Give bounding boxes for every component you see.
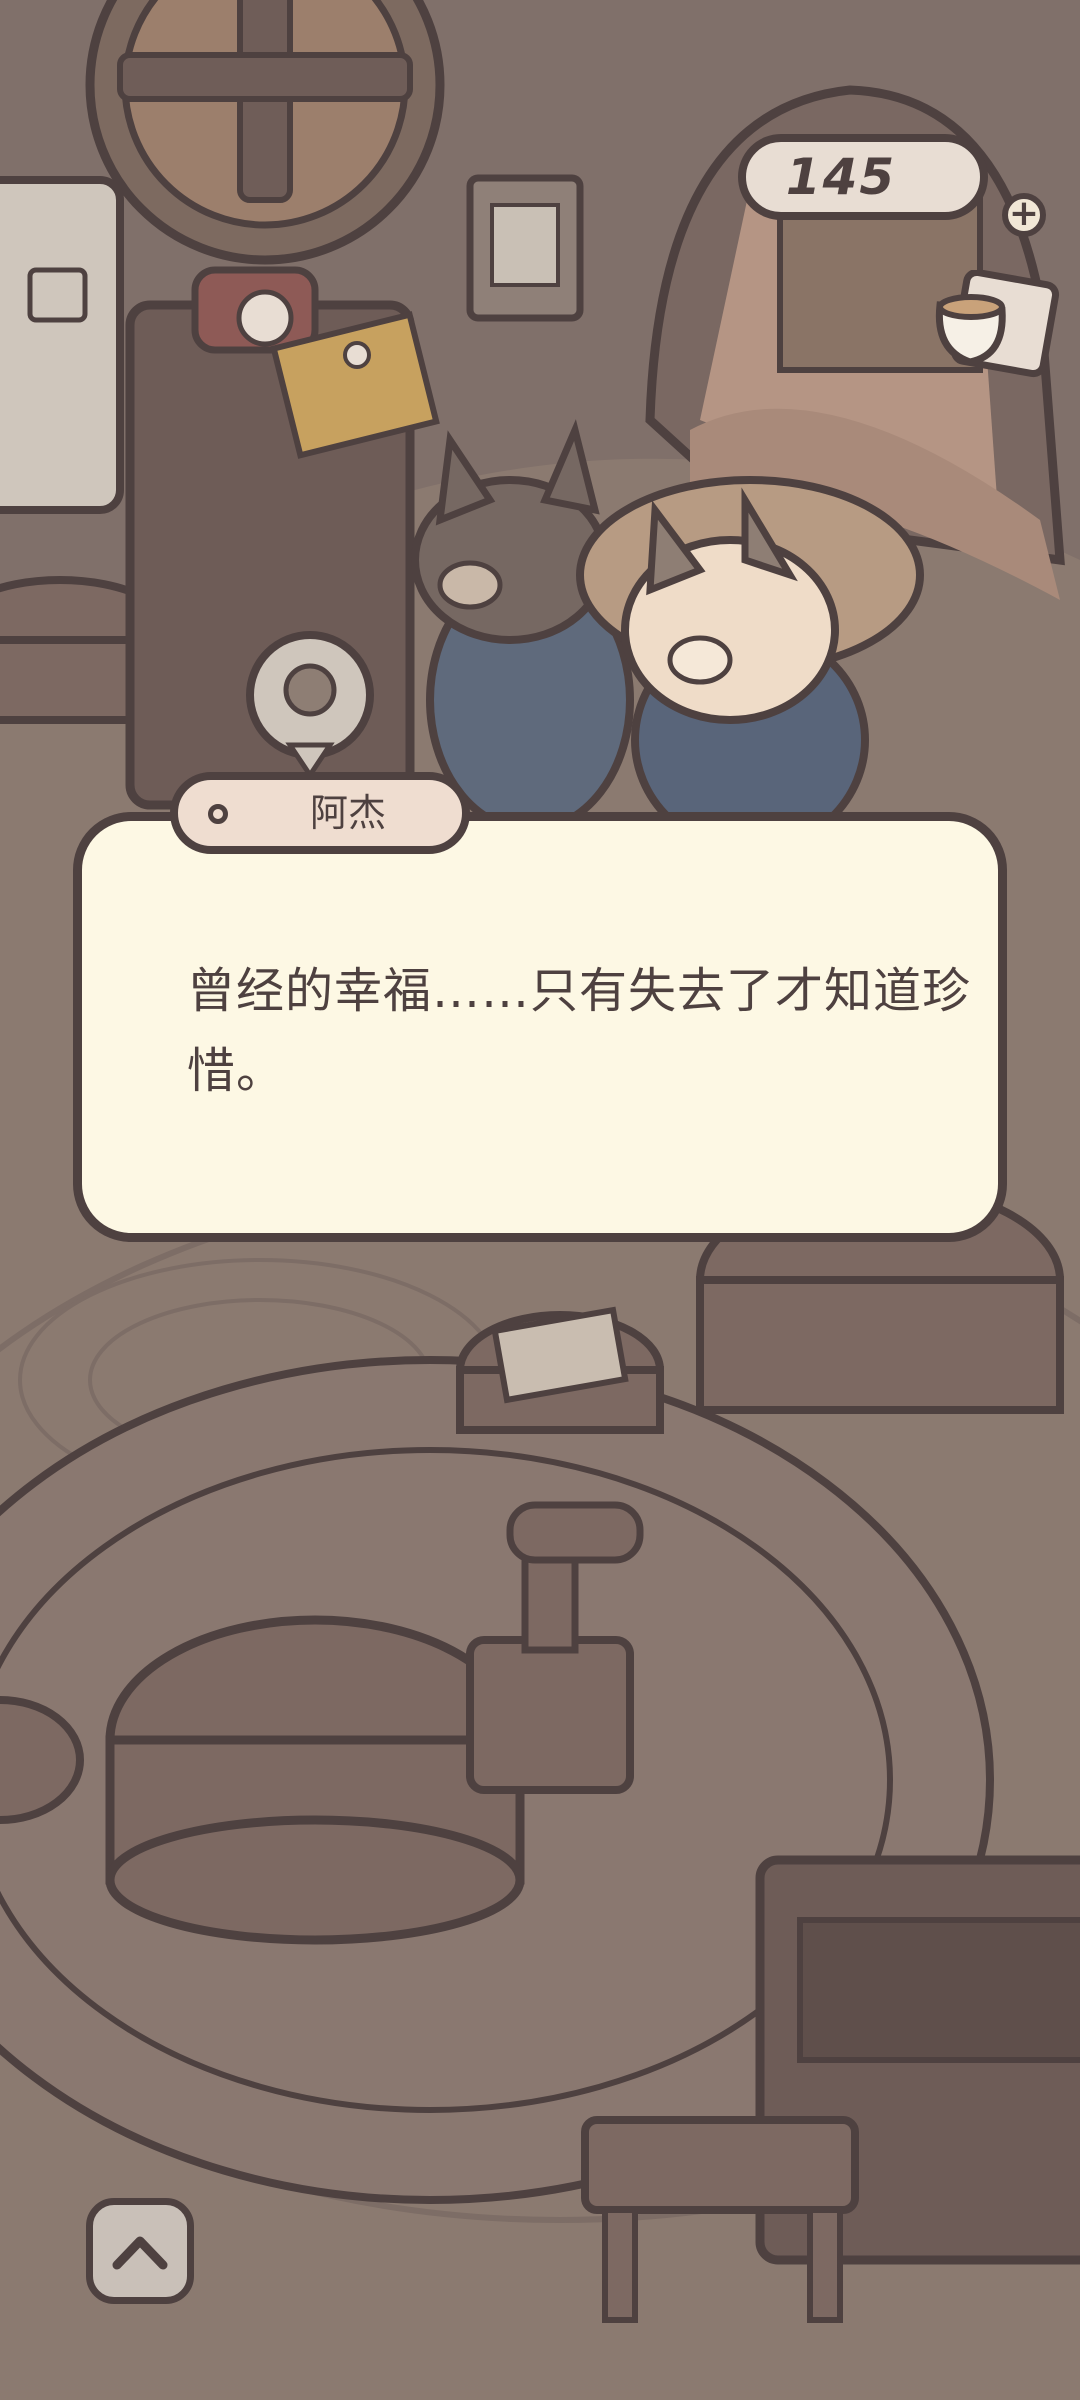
dialog-box[interactable]: 曾经的幸福……只有失去了才知道珍惜。: [73, 812, 1007, 1242]
speaker-name: 阿杰: [309, 791, 386, 835]
currency-value: 145: [785, 148, 897, 206]
plus-icon: +: [1008, 193, 1040, 234]
coffee-cup-icon: [935, 268, 1060, 378]
chevron-up-icon: [112, 2236, 168, 2270]
expand-button[interactable]: [86, 2198, 194, 2304]
coffee-button[interactable]: [930, 268, 1060, 380]
dot-icon: [208, 804, 228, 824]
speaker-name-tag: 阿杰: [170, 772, 470, 854]
dialog-text: 曾经的幸福……只有失去了才知道珍惜。: [187, 963, 972, 1099]
currency-counter: 145: [738, 134, 988, 220]
add-currency-button[interactable]: +: [1002, 193, 1046, 237]
